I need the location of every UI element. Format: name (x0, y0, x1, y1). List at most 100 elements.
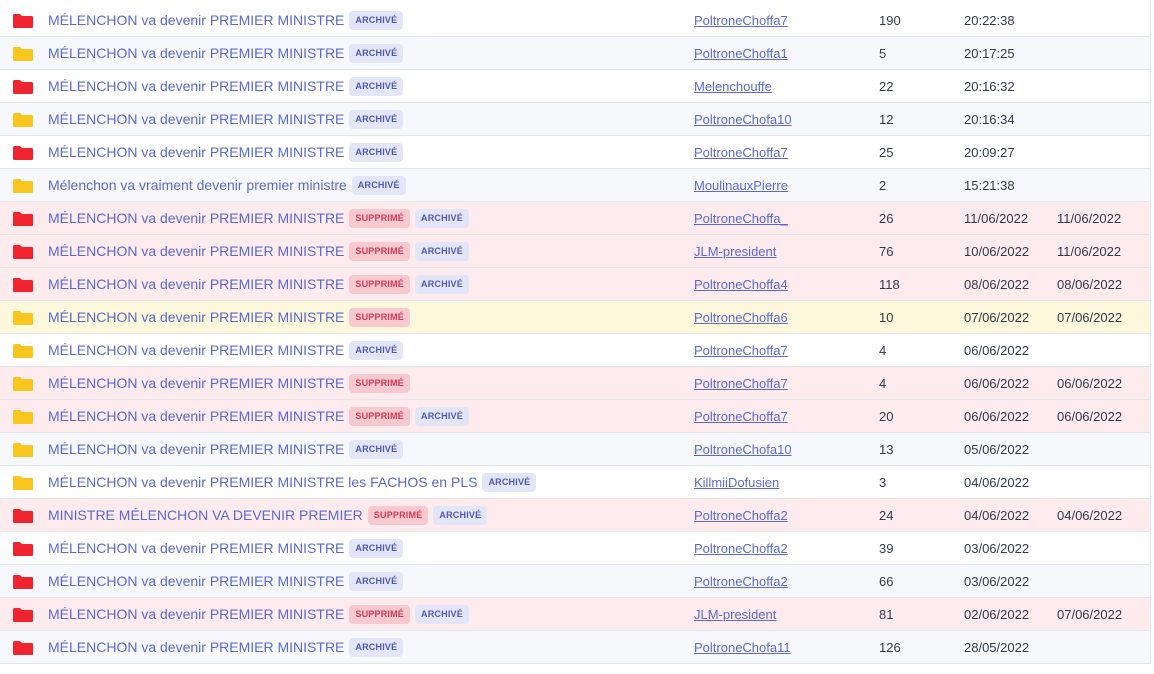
topic-title-link[interactable]: MÉLENCHON va devenir PREMIER MINISTRE (48, 78, 344, 94)
topic-author-link[interactable]: PoltroneChofa10 (694, 103, 792, 137)
topic-title-link[interactable]: MÉLENCHON va devenir PREMIER MINISTRE (48, 606, 344, 622)
deleted-badge: SUPPRIMÉ (349, 307, 411, 327)
deletion-date: 07/06/2022 (1057, 607, 1123, 622)
topic-row: MÉLENCHON va devenir PREMIER MINISTRE AR… (0, 631, 1150, 664)
folder-icon (13, 80, 33, 94)
topic-author-link[interactable]: PoltroneChoffa2 (694, 532, 788, 566)
folder-icon (13, 509, 33, 523)
folder-icon (13, 476, 33, 490)
topic-row: MÉLENCHON va devenir PREMIER MINISTRE SU… (0, 268, 1150, 301)
reply-count: 22 (879, 79, 894, 94)
topic-row: MÉLENCHON va devenir PREMIER MINISTRE SU… (0, 202, 1150, 235)
topic-title-link[interactable]: MÉLENCHON va devenir PREMIER MINISTRE (48, 573, 344, 589)
archived-badge: ARCHIVÉ (349, 340, 404, 360)
last-message-date: 05/06/2022 (964, 442, 1030, 457)
reply-count: 39 (879, 541, 894, 556)
topic-author-link[interactable]: PoltroneChoffa7 (694, 136, 788, 170)
topic-author-link[interactable]: PoltroneChofa10 (694, 433, 792, 467)
reply-count: 4 (879, 343, 887, 358)
topic-title-link[interactable]: MÉLENCHON va devenir PREMIER MINISTRE (48, 276, 344, 292)
deleted-badge: SUPPRIMÉ (349, 373, 411, 393)
topic-title-link[interactable]: MÉLENCHON va devenir PREMIER MINISTRE (48, 243, 344, 259)
topic-title-link[interactable]: MÉLENCHON va devenir PREMIER MINISTRE le… (48, 474, 477, 490)
last-message-date: 02/06/2022 (964, 607, 1030, 622)
topic-author-link[interactable]: PoltroneChoffa4 (694, 268, 788, 302)
topic-row: MÉLENCHON va devenir PREMIER MINISTRE le… (0, 466, 1150, 499)
topic-title-cell: MÉLENCHON va devenir PREMIER MINISTRE SU… (48, 367, 411, 399)
topic-author-link[interactable]: PoltroneChoffa7 (694, 400, 788, 434)
deleted-badge: SUPPRIMÉ (349, 274, 411, 294)
deletion-date: 06/06/2022 (1057, 409, 1123, 424)
topic-title-cell: MÉLENCHON va devenir PREMIER MINISTRE AR… (48, 37, 404, 69)
folder-icon (13, 344, 33, 358)
archived-badge: ARCHIVÉ (351, 175, 406, 195)
last-message-date: 15:21:38 (964, 178, 1015, 193)
topic-title-link[interactable]: MÉLENCHON va devenir PREMIER MINISTRE (48, 144, 344, 160)
topic-row: MÉLENCHON va devenir PREMIER MINISTRE SU… (0, 235, 1150, 268)
topic-title-link[interactable]: MÉLENCHON va devenir PREMIER MINISTRE (48, 441, 344, 457)
topic-title-cell: MÉLENCHON va devenir PREMIER MINISTRE AR… (48, 334, 404, 366)
topic-title-cell: MÉLENCHON va devenir PREMIER MINISTRE SU… (48, 202, 469, 234)
reply-count: 66 (879, 574, 894, 589)
topic-title-link[interactable]: MINISTRE MÉLENCHON VA DEVENIR PREMIER (48, 507, 363, 523)
topic-title-link[interactable]: MÉLENCHON va devenir PREMIER MINISTRE (48, 210, 344, 226)
topic-title-link[interactable]: MÉLENCHON va devenir PREMIER MINISTRE (48, 375, 344, 391)
topic-row: MÉLENCHON va devenir PREMIER MINISTRE AR… (0, 433, 1150, 466)
topic-author-link[interactable]: KillmiiDofusien (694, 466, 779, 500)
topic-title-link[interactable]: MÉLENCHON va devenir PREMIER MINISTRE (48, 12, 344, 28)
topic-title-link[interactable]: MÉLENCHON va devenir PREMIER MINISTRE (48, 309, 344, 325)
topic-author-link[interactable]: PoltroneChoffa7 (694, 4, 788, 38)
last-message-date: 06/06/2022 (964, 409, 1030, 424)
topic-author-link[interactable]: MoulinauxPierre (694, 169, 788, 203)
archived-badge: ARCHIVÉ (349, 637, 404, 657)
topic-title-link[interactable]: Mélenchon va vraiment devenir premier mi… (48, 177, 347, 193)
reply-count: 10 (879, 310, 894, 325)
topic-title-link[interactable]: MÉLENCHON va devenir PREMIER MINISTRE (48, 45, 344, 61)
topic-author-link[interactable]: JLM-president (694, 235, 776, 269)
last-message-date: 03/06/2022 (964, 574, 1030, 589)
topic-title-cell: MÉLENCHON va devenir PREMIER MINISTRE AR… (48, 532, 404, 564)
topic-author-link[interactable]: PoltroneChoffa7 (694, 334, 788, 368)
archived-badge: ARCHIVÉ (349, 142, 404, 162)
topic-title-link[interactable]: MÉLENCHON va devenir PREMIER MINISTRE (48, 111, 344, 127)
reply-count: 25 (879, 145, 894, 160)
topic-title-cell: MINISTRE MÉLENCHON VA DEVENIR PREMIER SU… (48, 499, 488, 531)
topic-author-link[interactable]: Melenchouffe (694, 70, 772, 104)
reply-count: 13 (879, 442, 894, 457)
topic-row: MÉLENCHON va devenir PREMIER MINISTRE AR… (0, 334, 1150, 367)
reply-count: 126 (879, 640, 901, 655)
topic-title-cell: MÉLENCHON va devenir PREMIER MINISTRE AR… (48, 136, 404, 168)
topic-row: MÉLENCHON va devenir PREMIER MINISTRE AR… (0, 4, 1150, 37)
folder-icon (13, 212, 33, 226)
folder-icon (13, 443, 33, 457)
topic-author-link[interactable]: PoltroneChoffa2 (694, 499, 788, 533)
topic-title-cell: MÉLENCHON va devenir PREMIER MINISTRE AR… (48, 70, 404, 102)
topic-title-link[interactable]: MÉLENCHON va devenir PREMIER MINISTRE (48, 342, 344, 358)
folder-icon (13, 377, 33, 391)
archived-badge: ARCHIVÉ (415, 274, 469, 294)
archived-badge: ARCHIVÉ (349, 109, 404, 129)
topic-author-link[interactable]: JLM-president (694, 598, 776, 632)
topic-author-link[interactable]: PoltroneChoffa_ (694, 202, 788, 236)
topic-title-link[interactable]: MÉLENCHON va devenir PREMIER MINISTRE (48, 639, 344, 655)
topic-title-link[interactable]: MÉLENCHON va devenir PREMIER MINISTRE (48, 540, 344, 556)
folder-icon (13, 146, 33, 160)
reply-count: 2 (879, 178, 887, 193)
archived-badge: ARCHIVÉ (415, 208, 469, 228)
folder-icon (13, 575, 33, 589)
reply-count: 76 (879, 244, 894, 259)
topic-title-link[interactable]: MÉLENCHON va devenir PREMIER MINISTRE (48, 408, 344, 424)
topic-title-cell: Mélenchon va vraiment devenir premier mi… (48, 169, 406, 201)
last-message-date: 11/06/2022 (964, 211, 1029, 226)
topic-row: Mélenchon va vraiment devenir premier mi… (0, 169, 1150, 202)
topic-author-link[interactable]: PoltroneChofa11 (694, 631, 791, 665)
last-message-date: 04/06/2022 (964, 508, 1030, 523)
topic-author-link[interactable]: PoltroneChoffa7 (694, 367, 788, 401)
topic-author-link[interactable]: PoltroneChoffa6 (694, 301, 788, 335)
topic-title-cell: MÉLENCHON va devenir PREMIER MINISTRE SU… (48, 268, 469, 300)
topic-author-link[interactable]: PoltroneChoffa2 (694, 565, 788, 599)
reply-count: 118 (879, 277, 900, 292)
topic-author-link[interactable]: PoltroneChoffa1 (694, 37, 788, 71)
last-message-date: 28/05/2022 (964, 640, 1030, 655)
archived-badge: ARCHIVÉ (482, 472, 537, 492)
